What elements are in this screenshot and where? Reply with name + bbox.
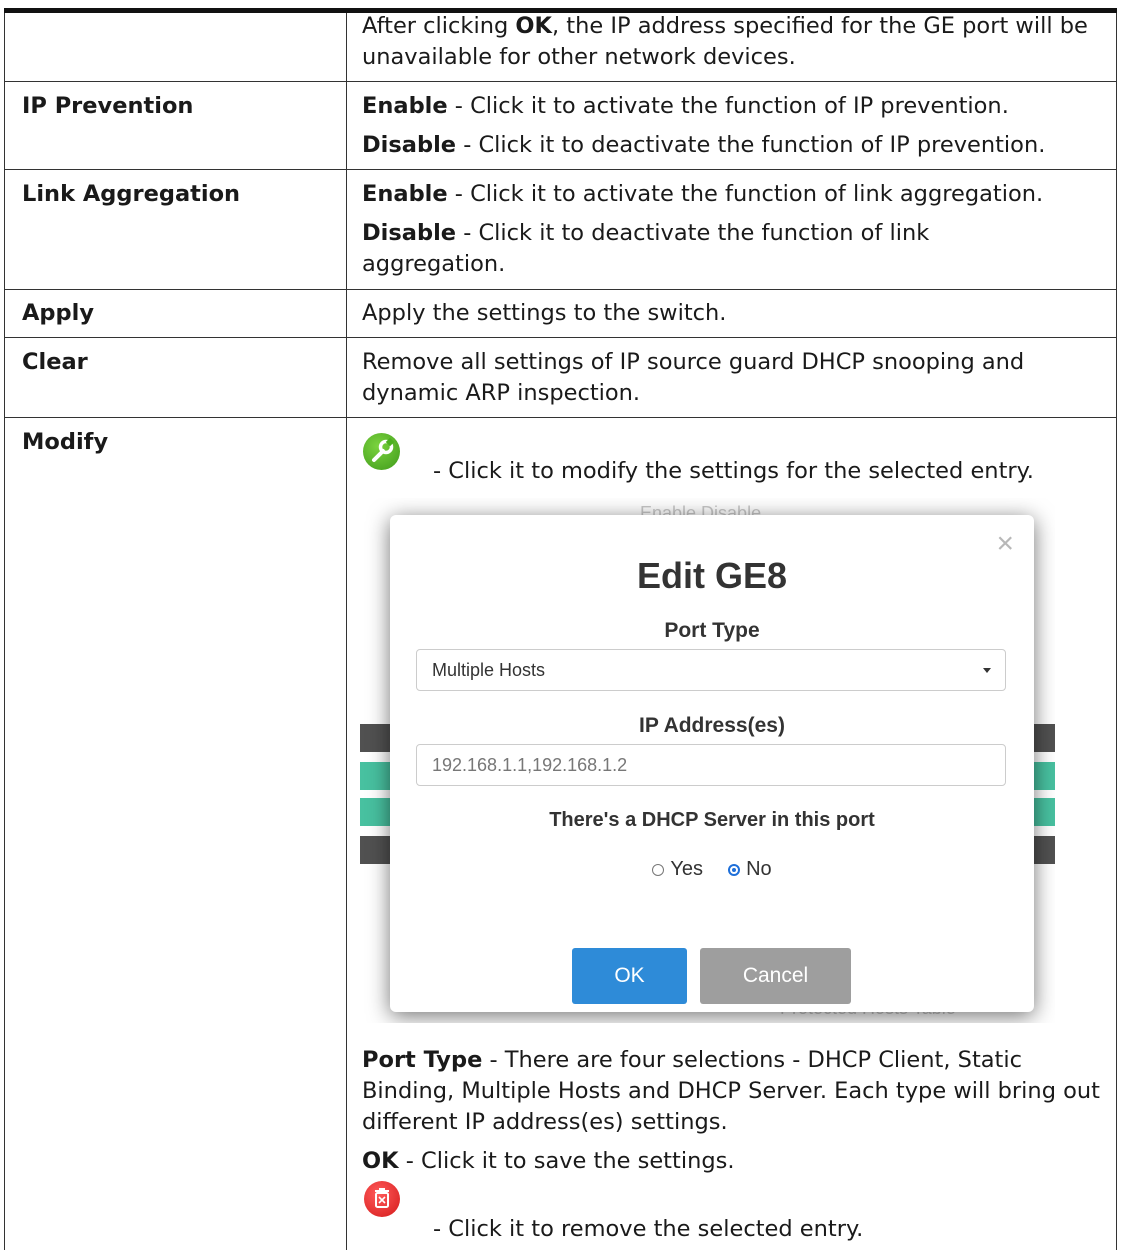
left-border <box>4 13 5 1250</box>
row-divider <box>4 337 1117 338</box>
row-divider <box>4 169 1117 170</box>
link-aggregation-enable: Enable - Click it to activate the functi… <box>362 181 1044 207</box>
trash-icon <box>364 1181 400 1217</box>
trash-glyph <box>375 1188 389 1208</box>
apply-description: Apply the settings to the switch. <box>362 300 727 326</box>
ip-address-input[interactable]: 192.168.1.1,192.168.1.2 <box>416 744 1006 786</box>
edit-dialog-screenshot: Enable Disable Protected Hosts Table × E… <box>360 498 1055 1023</box>
wrench-description: - Click it to modify the settings for th… <box>433 458 1034 484</box>
clear-description: Remove all settings of IP source guard D… <box>362 349 1025 406</box>
row-label-clear: Clear <box>22 349 88 375</box>
ip-prevention-enable: Enable - Click it to activate the functi… <box>362 93 1009 119</box>
radio-no-label: No <box>746 858 772 880</box>
row-label-link-aggregation: Link Aggregation <box>22 181 241 207</box>
dhcp-server-radio-group: Yes No <box>390 858 1034 881</box>
row-divider <box>4 417 1117 418</box>
port-type-select[interactable]: Multiple Hosts <box>416 649 1006 691</box>
right-border <box>1116 13 1117 1250</box>
row-divider <box>4 289 1117 290</box>
edit-dialog: × Edit GE8 Port Type Multiple Hosts IP A… <box>390 515 1034 1012</box>
port-type-label: Port Type <box>664 619 760 642</box>
radio-yes-label: Yes <box>670 858 703 880</box>
ok-note: After clicking OK, the IP address specif… <box>362 13 1088 70</box>
row-label-apply: Apply <box>22 300 95 326</box>
wrench-glyph <box>372 437 395 462</box>
cancel-button[interactable]: Cancel <box>700 948 851 1004</box>
trash-description: - Click it to remove the selected entry. <box>433 1216 864 1242</box>
port-type-description: Port Type - There are four selections - … <box>362 1047 1100 1135</box>
ok-button[interactable]: OK <box>572 948 687 1004</box>
dhcp-server-label: There's a DHCP Server in this port <box>549 809 875 831</box>
radio-no[interactable] <box>728 864 741 876</box>
chevron-down-icon <box>983 668 991 673</box>
column-divider <box>346 13 347 1250</box>
ip-address-label: IP Address(es) <box>639 714 785 737</box>
wrench-icon <box>363 433 400 470</box>
ok-description: OK - Click it to save the settings. <box>362 1148 735 1174</box>
port-type-value: Multiple Hosts <box>432 660 546 680</box>
row-label-modify: Modify <box>22 429 109 455</box>
radio-yes[interactable] <box>652 864 665 876</box>
row-divider <box>4 81 1117 82</box>
ip-prevention-disable: Disable - Click it to deactivate the fun… <box>362 132 1046 158</box>
dialog-title: Edit GE8 <box>636 555 788 596</box>
link-aggregation-disable: Disable - Click it to deactivate the fun… <box>362 220 930 277</box>
row-label-ip-prevention: IP Prevention <box>22 93 194 119</box>
